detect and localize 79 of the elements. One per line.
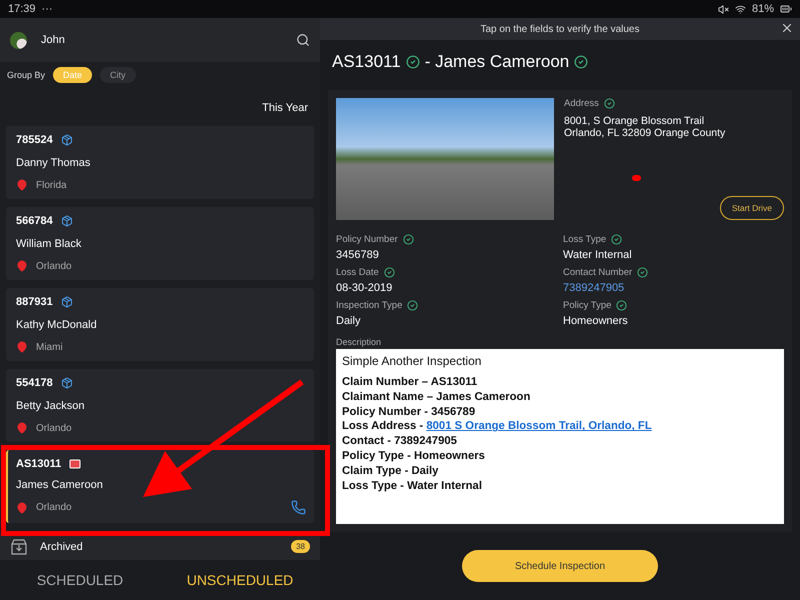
claim-number: 566784 xyxy=(16,215,53,227)
banner-text: Tap on the fields to verify the values xyxy=(480,24,640,34)
search-icon[interactable] xyxy=(296,33,310,47)
description-line: Policy Number - 3456789 xyxy=(342,404,476,420)
battery-percent: 81% xyxy=(752,3,774,15)
field-label: Contact Number xyxy=(563,267,632,278)
claimant-name: Danny Thomas xyxy=(16,156,90,168)
wifi-icon xyxy=(734,4,746,14)
field-label: Address xyxy=(564,98,599,109)
claimant-name: James Cameroon xyxy=(16,479,103,491)
field-label: Inspection Type xyxy=(336,300,402,311)
field-label: Policy Type xyxy=(563,300,612,311)
claim-city: Orlando xyxy=(36,422,73,434)
section-title: This Year xyxy=(262,102,308,114)
claim-card[interactable]: 785524 Danny Thomas Florida xyxy=(6,126,314,199)
field-value: Water Internal xyxy=(563,249,633,261)
map-pin-icon xyxy=(16,260,28,272)
close-button[interactable] xyxy=(780,21,794,35)
field-label: Policy Number xyxy=(336,234,398,245)
archived-count: 38 xyxy=(291,540,310,553)
claim-number: 554178 xyxy=(16,377,53,389)
phone-icon[interactable] xyxy=(291,500,306,515)
tray-icon xyxy=(10,538,28,556)
claim-card[interactable]: 566784 William Black Orlando xyxy=(6,207,314,280)
schedule-button[interactable]: Schedule Inspection xyxy=(462,550,658,582)
claim-card[interactable]: 554178 Betty Jackson Orlando xyxy=(6,369,314,442)
mute-icon xyxy=(718,4,729,14)
claimant-name: Betty Jackson xyxy=(16,400,84,412)
description-line: Claim Type - Daily xyxy=(342,464,440,479)
package-icon xyxy=(60,296,73,308)
claim-card[interactable]: 887931 Kathy McDonald Miami xyxy=(6,288,314,361)
map-pin-icon xyxy=(16,502,28,514)
claim-card[interactable]: AS13011 James Cameroon Orlando xyxy=(6,450,314,523)
claim-number: 887931 xyxy=(16,296,53,308)
claim-title: AS13011 xyxy=(332,52,401,72)
claim-city: Miami xyxy=(36,342,64,352)
package-icon xyxy=(60,377,73,389)
map-pin-icon xyxy=(16,179,28,191)
archived-label: Archived xyxy=(40,540,84,552)
claim-city: Orlando xyxy=(36,260,73,272)
field-value: Homeowners xyxy=(563,315,629,327)
start-drive-button[interactable]: Start Drive xyxy=(720,196,784,220)
status-more: ··· xyxy=(42,3,53,15)
group-by-label: Group By xyxy=(7,70,46,80)
claim-number: AS13011 xyxy=(16,458,62,470)
group-chip[interactable]: City xyxy=(100,67,136,83)
field-value: 08-30-2019 xyxy=(336,282,394,294)
phone-link[interactable]: 7389247905 xyxy=(563,282,784,294)
battery-icon xyxy=(780,3,792,15)
package-icon xyxy=(60,215,73,227)
description-line: Loss Address - 8001 S Orange Blossom Trail, Orlando, FL xyxy=(342,419,653,434)
package-icon xyxy=(60,134,73,146)
field-label: Loss Type xyxy=(563,234,606,245)
claim-number: 785524 xyxy=(16,134,53,146)
claim-title: - James Cameroon xyxy=(424,52,570,72)
bottom-tab[interactable]: SCHEDULED xyxy=(0,560,160,600)
address-link[interactable]: 8001 S Orange Blossom Trail, Orlando, FL xyxy=(426,420,652,432)
status-time: 17:39 xyxy=(8,3,36,15)
claimant-name: William Black xyxy=(16,238,82,250)
field-label: Loss Date xyxy=(336,267,379,278)
field-value: Daily xyxy=(336,315,362,327)
avatar[interactable] xyxy=(10,32,27,48)
field-value: 3456789 xyxy=(336,249,380,261)
map-pin-icon xyxy=(16,341,28,353)
claim-city: Orlando xyxy=(36,502,73,513)
claimant-name: Kathy McDonald xyxy=(16,318,97,330)
description-line: Claimant Name – James Cameroon xyxy=(342,390,532,405)
user-name: John xyxy=(41,34,66,46)
description-line: Claim Number – AS13011 xyxy=(342,375,478,390)
address-line: 8001, S Orange Blossom Trail xyxy=(564,115,706,127)
address-line: Orlando, FL 32809 Orange County xyxy=(564,127,726,139)
map-pin-icon xyxy=(16,422,28,434)
description-line: Loss Type - Water Internal xyxy=(342,478,483,494)
claim-city: Florida xyxy=(36,180,68,190)
description-line: Policy Type - Homeowners xyxy=(342,448,486,464)
description-label: Description xyxy=(336,337,382,347)
description-heading: Simple Another Inspection xyxy=(342,354,482,368)
description-line: Contact - 7389247905 xyxy=(342,434,458,449)
bottom-tab[interactable]: UNSCHEDULED xyxy=(160,560,320,600)
